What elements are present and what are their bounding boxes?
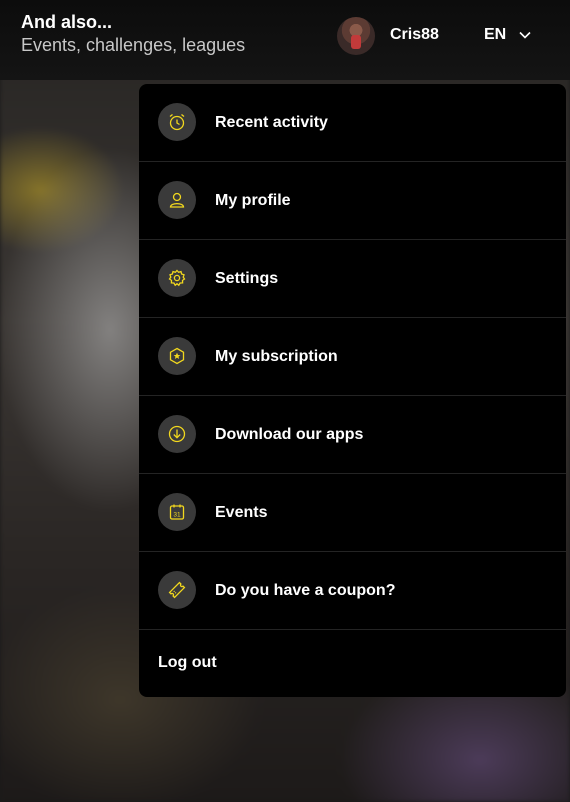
ticket-icon xyxy=(158,571,196,609)
top-bar: And also... Events, challenges, leagues … xyxy=(0,0,570,80)
logout-label: Log out xyxy=(158,654,217,671)
chevron-down-icon xyxy=(519,31,531,39)
star-badge-icon xyxy=(158,337,196,375)
avatar xyxy=(337,17,375,55)
user-menu-toggle[interactable]: Cris88 xyxy=(337,17,439,55)
menu-item-label: My profile xyxy=(215,191,291,209)
language-selector[interactable]: EN xyxy=(484,26,532,44)
menu-item-label: Download our apps xyxy=(215,425,364,443)
page-subtitle: Events, challenges, leagues xyxy=(21,35,246,55)
menu-item-events[interactable]: 31 Events xyxy=(139,474,566,552)
menu-item-label: Recent activity xyxy=(215,113,328,131)
menu-item-label: Events xyxy=(215,503,268,521)
menu-item-download-apps[interactable]: Download our apps xyxy=(139,396,566,474)
language-label: EN xyxy=(484,26,507,43)
page-title: And also... xyxy=(21,12,113,32)
menu-item-settings[interactable]: Settings xyxy=(139,240,566,318)
menu-item-label: My subscription xyxy=(215,347,338,365)
user-dropdown-menu: Recent activity My profile Settings My s… xyxy=(139,84,566,697)
menu-item-label: Settings xyxy=(215,269,279,287)
logout-button[interactable]: Log out xyxy=(139,630,566,697)
user-icon xyxy=(158,181,196,219)
download-icon xyxy=(158,415,196,453)
menu-item-recent-activity[interactable]: Recent activity xyxy=(139,84,566,162)
menu-item-my-subscription[interactable]: My subscription xyxy=(139,318,566,396)
calendar-icon: 31 xyxy=(158,493,196,531)
username: Cris88 xyxy=(390,25,439,43)
alarm-clock-icon xyxy=(158,103,196,141)
gear-icon xyxy=(158,259,196,297)
menu-item-coupon[interactable]: Do you have a coupon? xyxy=(139,552,566,630)
menu-item-my-profile[interactable]: My profile xyxy=(139,162,566,240)
svg-text:31: 31 xyxy=(173,512,181,519)
menu-item-label: Do you have a coupon? xyxy=(215,581,396,599)
